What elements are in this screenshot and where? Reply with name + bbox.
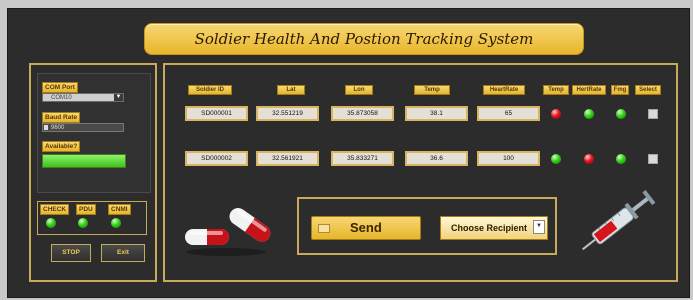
- com-port-label: COM Port: [42, 82, 78, 93]
- soldier-table-panel: Soldier ID Lat Lon Temp HeartRate Temp H…: [163, 63, 678, 282]
- send-label: Send: [350, 220, 382, 235]
- check-led-icon: [46, 218, 56, 228]
- select-checkbox[interactable]: [648, 109, 658, 119]
- heartrate-status-led-icon: [584, 109, 594, 119]
- temp-cell: 36.6: [405, 151, 468, 166]
- choose-recipient-dropdown[interactable]: Choose Recipient ▼: [440, 216, 548, 240]
- serial-settings-box: COM Port COM10 ▼ Baud Rate 9600 Availabl…: [37, 73, 151, 193]
- fmg-status-led-icon: [616, 154, 626, 164]
- baud-rate-value: 9600: [51, 125, 65, 131]
- column-header-temp: Temp: [414, 85, 450, 95]
- temp-status-led-icon: [551, 109, 561, 119]
- chevron-down-icon[interactable]: ▼: [114, 94, 123, 101]
- send-button[interactable]: Send: [311, 216, 421, 240]
- connection-panel: COM Port COM10 ▼ Baud Rate 9600 Availabl…: [29, 63, 157, 282]
- lat-cell: 32.551219: [256, 106, 319, 121]
- column-header-temp-status: Temp: [543, 85, 569, 95]
- lon-cell: 35.833271: [331, 151, 394, 166]
- available-indicator-bar: [42, 154, 126, 168]
- column-header-soldier-id: Soldier ID: [188, 85, 232, 95]
- heartrate-cell: 100: [477, 151, 540, 166]
- heartrate-cell: 65: [477, 106, 540, 121]
- check-label: CHECK: [40, 204, 70, 215]
- temp-cell: 38.1: [405, 106, 468, 121]
- baud-rate-input[interactable]: 9600: [42, 123, 124, 132]
- column-header-select: Select: [635, 85, 661, 95]
- temp-status-led-icon: [551, 154, 561, 164]
- com-port-select[interactable]: COM10 ▼: [42, 93, 124, 102]
- spinner-icon[interactable]: [44, 125, 48, 130]
- envelope-icon: [318, 224, 330, 233]
- com-port-value: COM10: [51, 95, 72, 101]
- choose-recipient-label: Choose Recipient: [451, 223, 528, 233]
- send-group: Send Choose Recipient ▼: [297, 197, 557, 255]
- pdu-label: PDU: [76, 204, 96, 215]
- select-checkbox[interactable]: [648, 154, 658, 164]
- column-header-hertrate-status: HertRate: [572, 85, 606, 95]
- heartrate-status-led-icon: [584, 154, 594, 164]
- app-window: Soldier Health And Postion Tracking Syst…: [7, 8, 690, 298]
- pdu-led-icon: [78, 218, 88, 228]
- exit-button[interactable]: Exit: [101, 244, 145, 262]
- available-label: Available?: [42, 141, 81, 152]
- fmg-status-led-icon: [616, 109, 626, 119]
- stop-button[interactable]: STOP: [51, 244, 91, 262]
- column-header-lon: Lon: [345, 85, 373, 95]
- column-header-heartrate: HeartRate: [483, 85, 525, 95]
- baud-rate-label: Baud Rate: [42, 112, 81, 123]
- lon-cell: 35.873058: [331, 106, 394, 121]
- soldier-id-cell: SD000002: [185, 151, 248, 166]
- column-header-fmg-status: Fmg: [611, 85, 629, 95]
- chevron-down-icon[interactable]: ▼: [533, 220, 545, 234]
- cnmi-label: CNMI: [108, 204, 131, 215]
- pills-icon: [185, 208, 271, 256]
- soldier-id-cell: SD000001: [185, 106, 248, 121]
- syringe-icon: [582, 190, 656, 251]
- lat-cell: 32.561921: [256, 151, 319, 166]
- cnmi-led-icon: [111, 218, 121, 228]
- column-header-lat: Lat: [277, 85, 305, 95]
- status-indicator-group: CHECK PDU CNMI: [37, 201, 147, 235]
- app-title-banner: Soldier Health And Postion Tracking Syst…: [144, 23, 584, 55]
